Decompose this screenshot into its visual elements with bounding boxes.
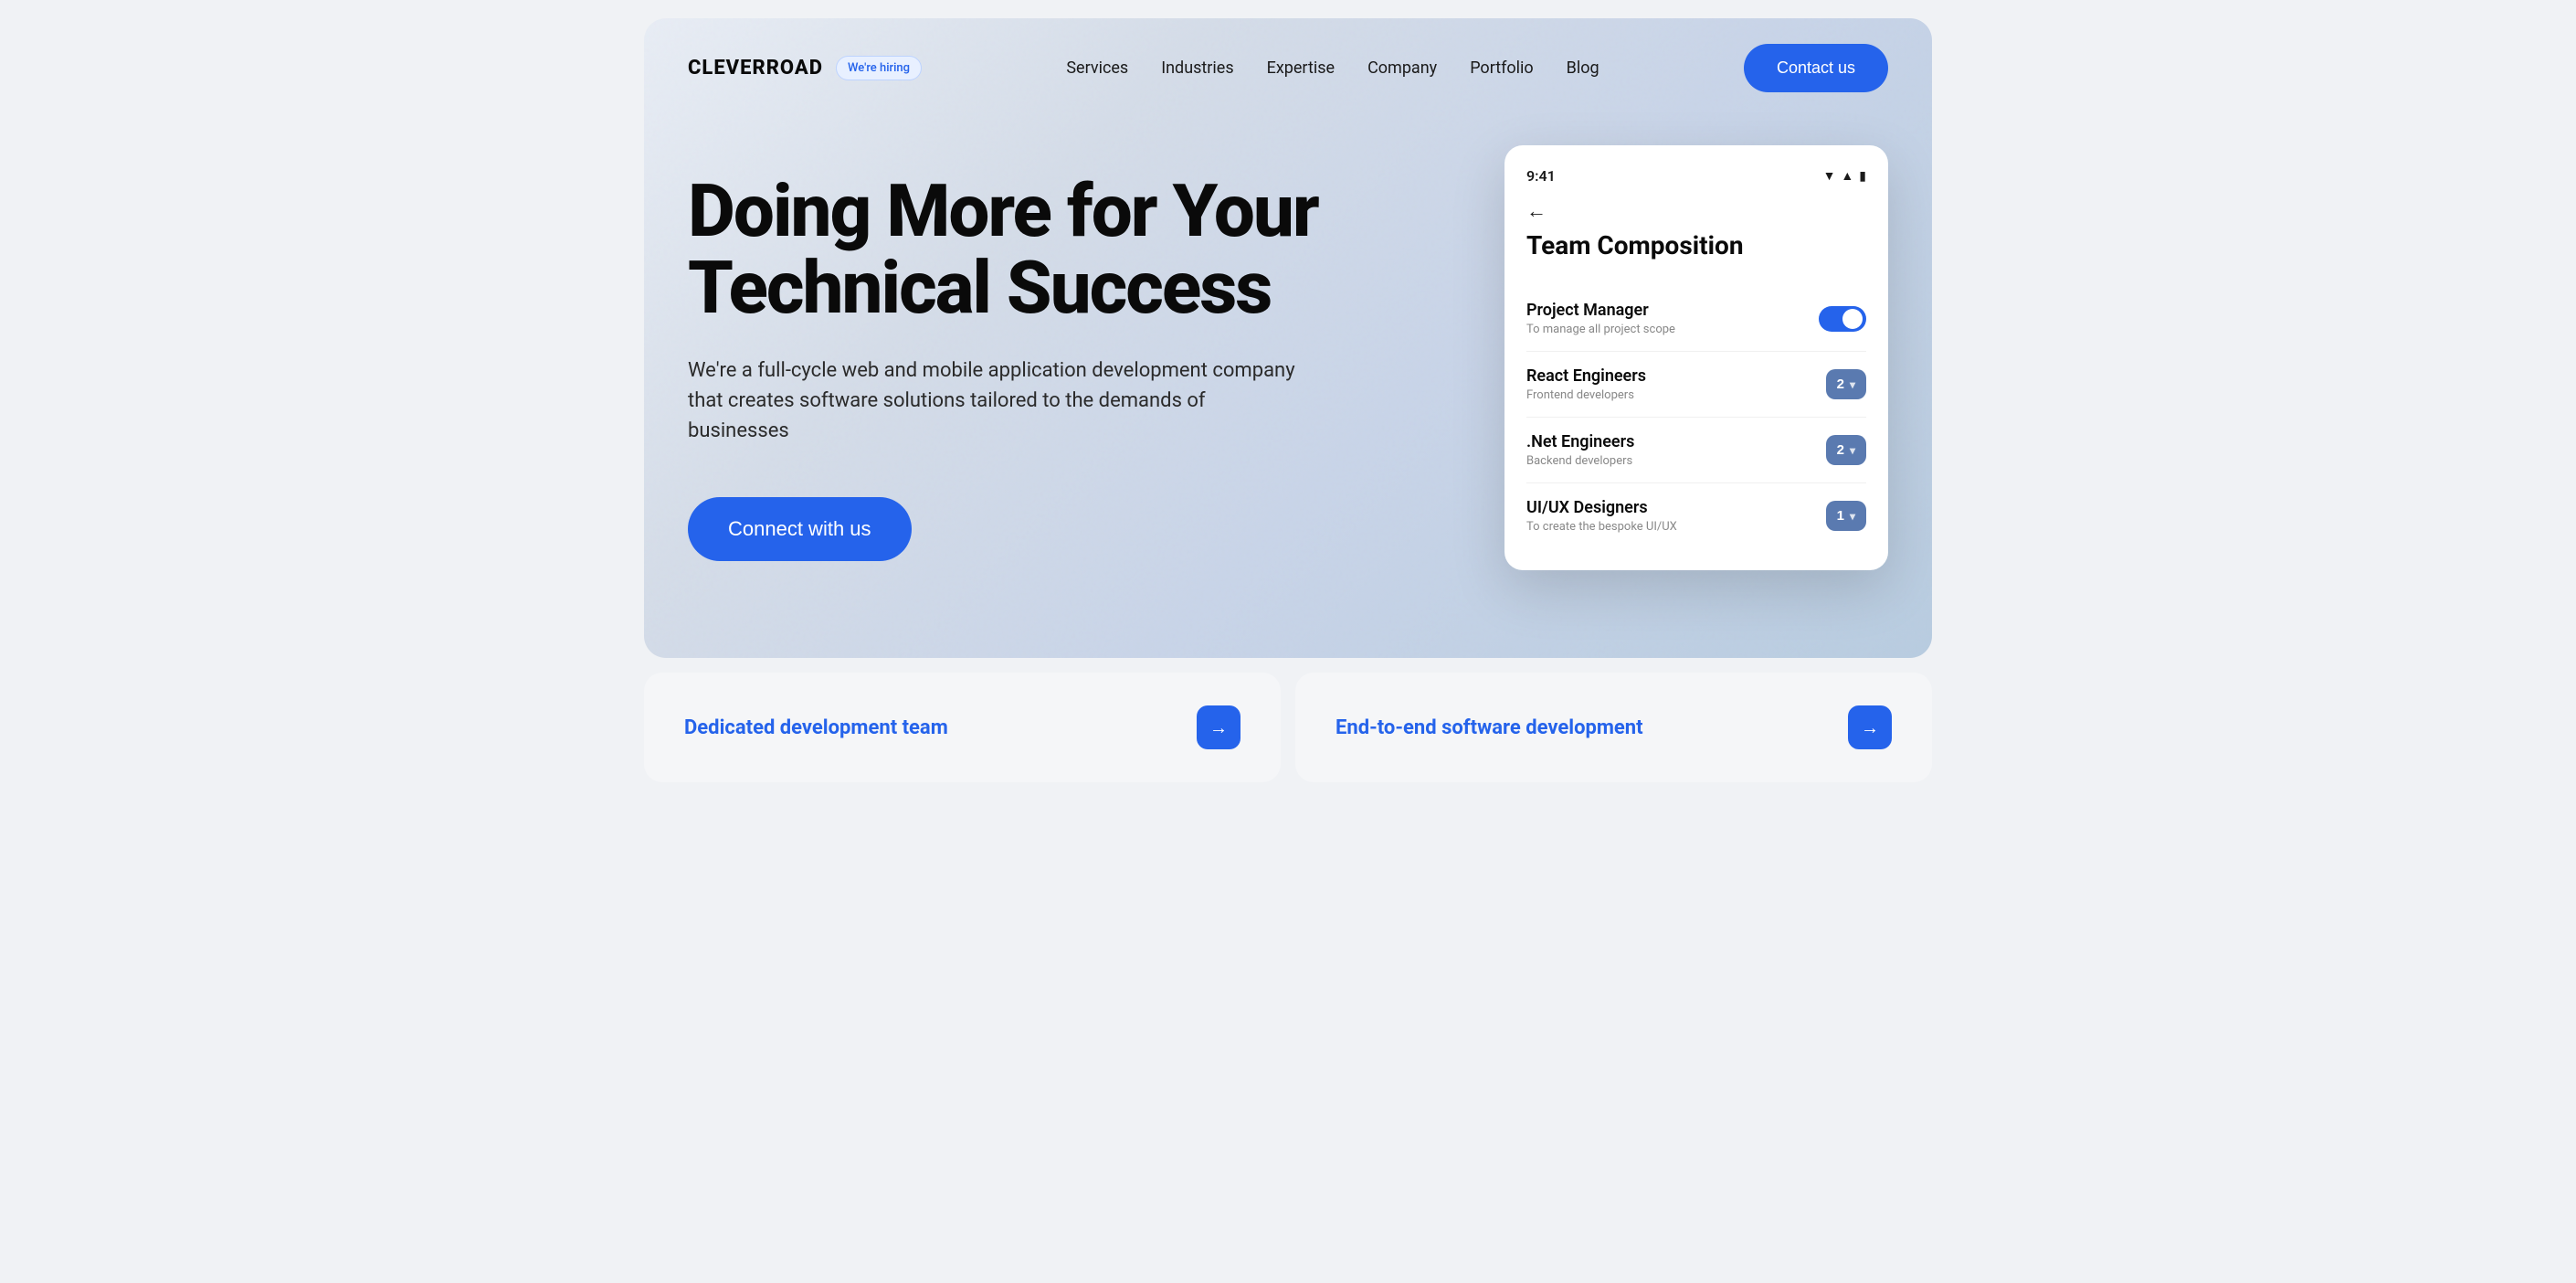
team-item-net-engineers: .Net Engineers Backend developers 2 ▾ [1526, 418, 1866, 483]
hero-text: Doing More for Your Technical Success We… [688, 154, 1400, 561]
nav-item-industries[interactable]: Industries [1161, 58, 1233, 78]
arrow-right-icon: → [1861, 716, 1879, 739]
nav-link-industries[interactable]: Industries [1161, 58, 1233, 78]
contact-us-button[interactable]: Contact us [1744, 44, 1888, 92]
arrow-right-icon: → [1209, 716, 1228, 739]
hero-content: Doing More for Your Technical Success We… [644, 118, 1932, 625]
nav-link-services[interactable]: Services [1066, 58, 1128, 78]
team-item-project-manager-name: Project Manager [1526, 301, 1819, 320]
dedicated-team-arrow-icon: → [1197, 705, 1240, 749]
team-item-react-engineers-desc: Frontend developers [1526, 388, 1826, 402]
bottom-cards: Dedicated development team → End-to-end … [644, 673, 1932, 782]
ux-designers-count: 1 [1837, 508, 1844, 524]
team-item-ux-designers: UI/UX Designers To create the bespoke UI… [1526, 483, 1866, 548]
phone-time: 9:41 [1526, 167, 1556, 185]
logo: CLEVERROAD [688, 57, 823, 80]
toggle-thumb [1842, 309, 1863, 329]
nav-item-expertise[interactable]: Expertise [1267, 58, 1335, 78]
bottom-card-dedicated-team[interactable]: Dedicated development team → [644, 673, 1281, 782]
battery-icon: ▮ [1859, 169, 1866, 184]
phone-icons: ▼ ▲ ▮ [1823, 168, 1866, 184]
bottom-card-end-to-end[interactable]: End-to-end software development → [1295, 673, 1932, 782]
phone-status-bar: 9:41 ▼ ▲ ▮ [1526, 167, 1866, 185]
hero-subtitle: We're a full-cycle web and mobile applic… [688, 355, 1309, 446]
nav-left: CLEVERROAD We're hiring [688, 56, 922, 80]
hero-card: CLEVERROAD We're hiring Services Industr… [644, 18, 1932, 658]
nav-link-company[interactable]: Company [1367, 58, 1437, 78]
chevron-down-icon: ▾ [1850, 378, 1855, 391]
chevron-down-icon: ▾ [1850, 510, 1855, 523]
team-item-ux-designers-info: UI/UX Designers To create the bespoke UI… [1526, 498, 1826, 534]
phone-back-button[interactable]: ← [1526, 199, 1866, 223]
project-manager-toggle[interactable] [1819, 306, 1866, 332]
hero-title: Doing More for Your Technical Success [688, 173, 1400, 326]
net-engineers-count: 2 [1837, 442, 1844, 458]
nav-link-blog[interactable]: Blog [1567, 58, 1599, 78]
team-item-net-engineers-name: .Net Engineers [1526, 432, 1826, 451]
end-to-end-arrow-icon: → [1848, 705, 1892, 749]
team-item-net-engineers-info: .Net Engineers Backend developers [1526, 432, 1826, 468]
team-item-project-manager-desc: To manage all project scope [1526, 323, 1819, 336]
end-to-end-label: End-to-end software development [1336, 716, 1643, 739]
phone-team-composition-heading: Team Composition [1526, 230, 1866, 260]
team-item-project-manager-info: Project Manager To manage all project sc… [1526, 301, 1819, 336]
nav-item-company[interactable]: Company [1367, 58, 1437, 78]
net-engineers-counter[interactable]: 2 ▾ [1826, 435, 1866, 465]
nav-item-blog[interactable]: Blog [1567, 58, 1599, 78]
team-item-project-manager: Project Manager To manage all project sc… [1526, 286, 1866, 352]
phone-mockup: 9:41 ▼ ▲ ▮ ← Team Composition Project Ma… [1504, 145, 1888, 570]
page-wrapper: CLEVERROAD We're hiring Services Industr… [644, 18, 1932, 782]
team-item-ux-designers-desc: To create the bespoke UI/UX [1526, 520, 1826, 534]
nav-link-portfolio[interactable]: Portfolio [1470, 58, 1533, 78]
team-item-react-engineers-name: React Engineers [1526, 366, 1826, 386]
team-item-react-engineers-info: React Engineers Frontend developers [1526, 366, 1826, 402]
navbar: CLEVERROAD We're hiring Services Industr… [644, 18, 1932, 118]
react-engineers-counter[interactable]: 2 ▾ [1826, 369, 1866, 399]
react-engineers-count: 2 [1837, 376, 1844, 392]
team-item-react-engineers: React Engineers Frontend developers 2 ▾ [1526, 352, 1866, 418]
wifi-icon: ▼ [1823, 168, 1836, 184]
connect-with-us-button[interactable]: Connect with us [688, 497, 912, 561]
team-item-ux-designers-name: UI/UX Designers [1526, 498, 1826, 517]
chevron-down-icon: ▾ [1850, 444, 1855, 457]
dedicated-team-label: Dedicated development team [684, 716, 948, 739]
nav-link-expertise[interactable]: Expertise [1267, 58, 1335, 78]
nav-links: Services Industries Expertise Company Po… [1066, 58, 1599, 78]
ux-designers-counter[interactable]: 1 ▾ [1826, 501, 1866, 531]
signal-icon: ▲ [1841, 168, 1853, 184]
nav-item-portfolio[interactable]: Portfolio [1470, 58, 1533, 78]
nav-item-services[interactable]: Services [1066, 58, 1128, 78]
hiring-badge: We're hiring [836, 56, 922, 80]
team-item-net-engineers-desc: Backend developers [1526, 454, 1826, 468]
